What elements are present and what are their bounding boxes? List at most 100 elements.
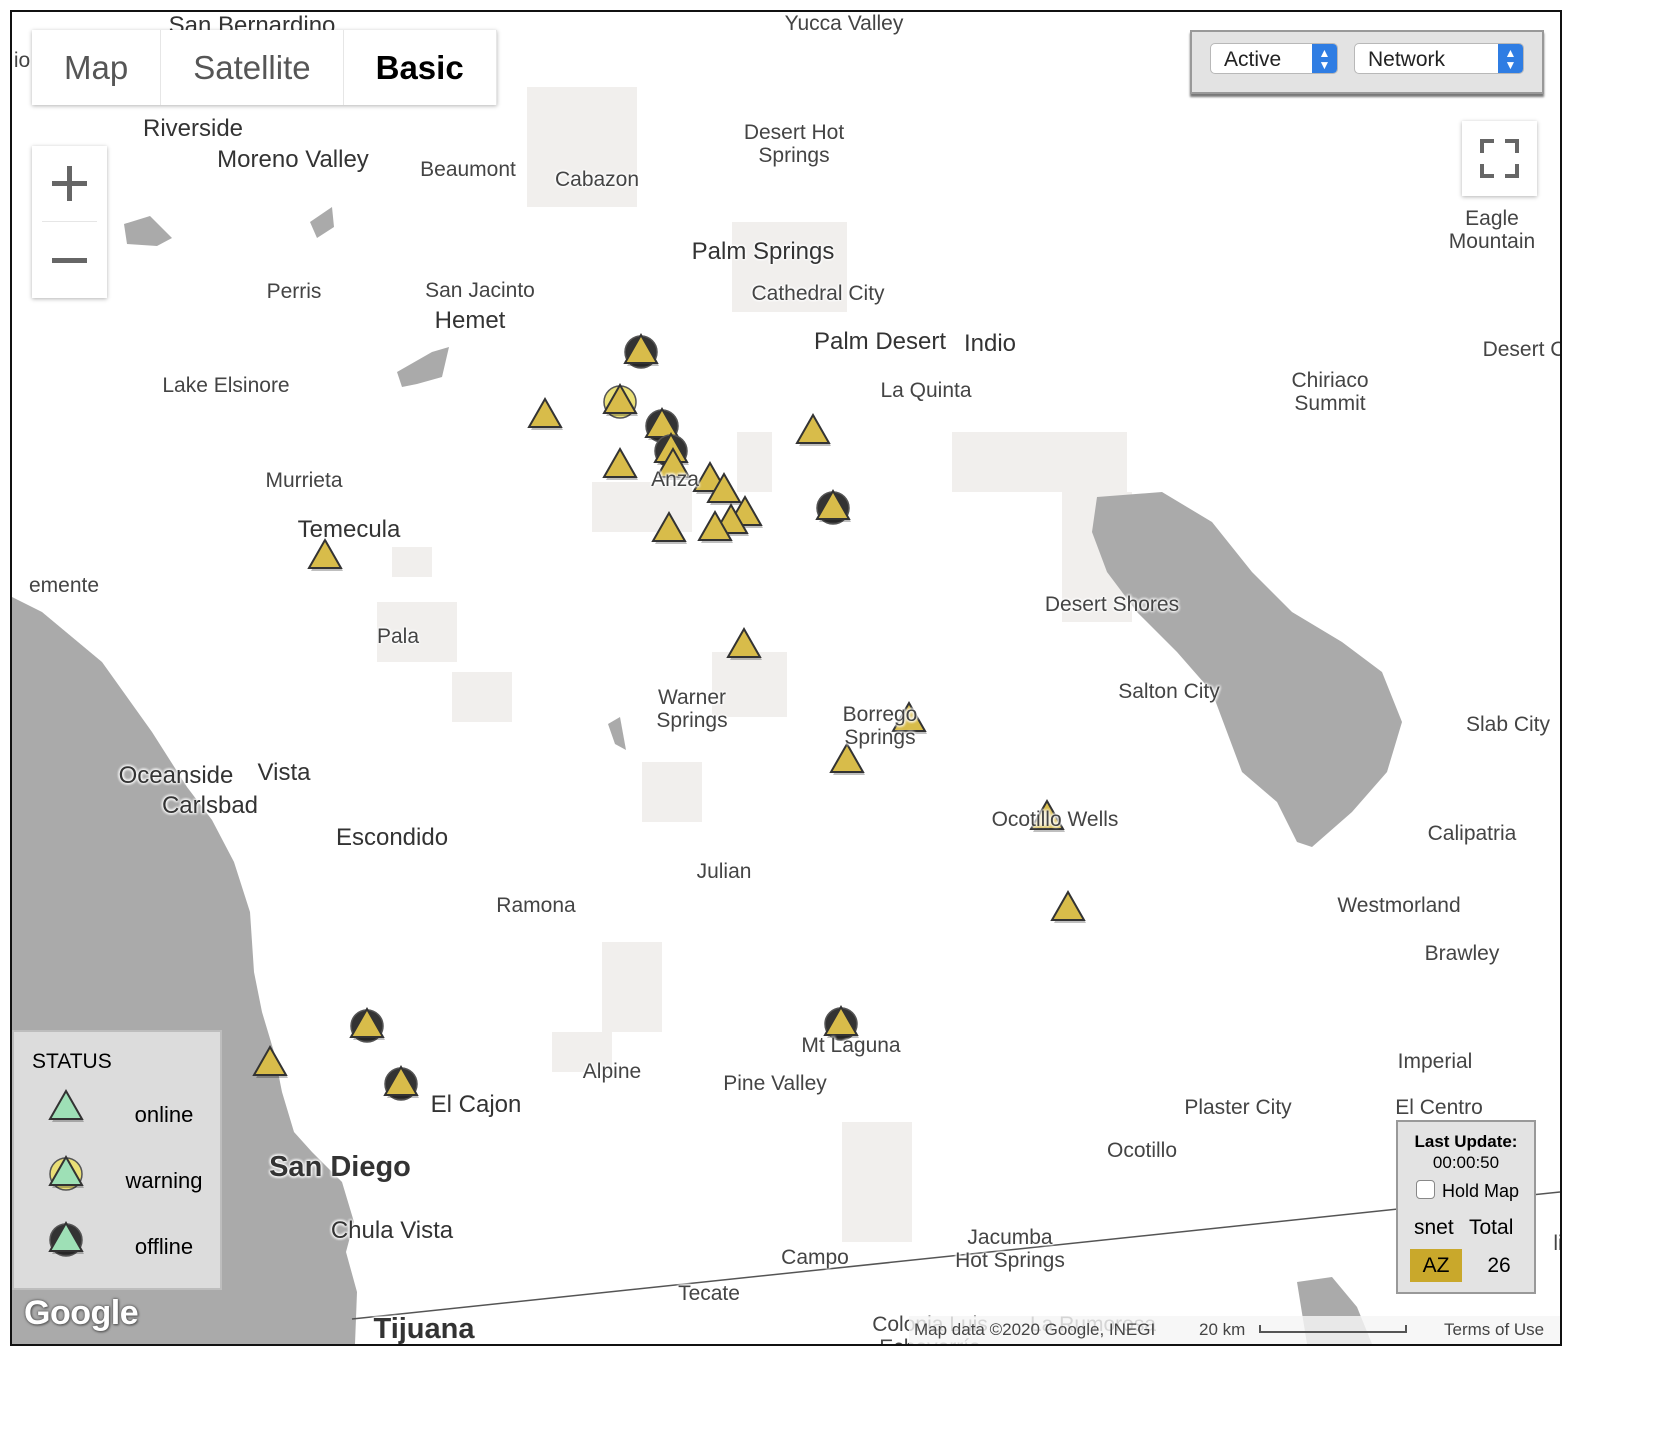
map-type-map-button[interactable]: Map <box>32 30 162 105</box>
place-label-julian: Julian <box>696 860 752 883</box>
zoom-out-button[interactable] <box>32 223 107 298</box>
hold-map-label: Hold Map <box>1442 1181 1520 1201</box>
place-label-san-diego: San Diego <box>269 1151 411 1183</box>
warning-station-marker[interactable] <box>602 382 638 419</box>
network-select[interactable]: Network ▲ ▼ <box>1354 43 1524 74</box>
place-label-yucca-valley: Yucca Valley <box>784 12 904 35</box>
legend-label-warning: warning <box>125 1168 203 1193</box>
place-label-escondido: Escondido <box>335 824 449 851</box>
place-label-vista: Vista <box>257 759 311 786</box>
network-select-value: Network <box>1368 48 1446 71</box>
place-label-oceanside: Oceanside <box>118 762 234 789</box>
offline-station-marker[interactable] <box>623 332 659 369</box>
place-label-eagle-mountain: Eagle Mountain <box>1448 207 1536 253</box>
place-label-lake-elsinore: Lake Elsinore <box>162 374 290 397</box>
status-select[interactable]: Active ▲ ▼ <box>1210 43 1338 74</box>
place-label-salton-city: Salton City <box>1118 680 1220 703</box>
map-frame[interactable]: San Bernardino Yucca Valley io Riverside Mor… <box>10 10 1562 1346</box>
offline-station-marker[interactable] <box>383 1064 419 1101</box>
map-type-satellite-button[interactable]: Satellite <box>161 30 344 105</box>
place-label-imperial: Imperial <box>1397 1050 1473 1073</box>
park-area <box>392 547 432 577</box>
select-arrows-icon: ▲ ▼ <box>1312 44 1337 73</box>
map-type-basic-button[interactable]: Basic <box>343 30 497 105</box>
place-label-chula-vista: Chula Vista <box>330 1217 454 1244</box>
place-label-cathedral-city: Cathedral City <box>751 282 885 305</box>
place-label-clemente: emente <box>28 574 100 597</box>
offline-station-marker[interactable] <box>48 1220 84 1257</box>
place-label-slab-city: Slab City <box>1465 713 1551 736</box>
fullscreen-icon <box>1480 139 1519 178</box>
online-station-marker[interactable] <box>48 1088 84 1122</box>
total-column-header: Total <box>1469 1216 1514 1239</box>
hold-map-checkbox[interactable] <box>1416 1180 1435 1199</box>
warning-triangle-icon <box>48 1154 84 1191</box>
online-triangle-icon <box>48 1088 84 1122</box>
network-code-badge[interactable]: AZ <box>1410 1249 1462 1282</box>
park-area <box>842 1122 912 1242</box>
place-label-la-quinta: La Quinta <box>880 379 972 402</box>
place-label-campo: Campo <box>781 1246 849 1269</box>
minus-icon <box>52 258 87 263</box>
park-area <box>952 432 1127 492</box>
legend-label-offline: offline <box>134 1234 194 1259</box>
plus-icon <box>52 166 87 201</box>
place-label-el-cajon: El Cajon <box>430 1091 522 1118</box>
network-column-header: snet <box>1414 1216 1454 1239</box>
place-label-ocotillo: Ocotillo <box>1106 1139 1178 1162</box>
place-label-ramona: Ramona <box>496 894 576 917</box>
network-total-count: 26 <box>1487 1254 1511 1277</box>
status-select-value: Active <box>1224 48 1282 71</box>
online-station-marker[interactable] <box>602 446 638 480</box>
park-area <box>602 942 662 1032</box>
online-station-marker[interactable] <box>307 537 343 571</box>
zoom-in-button[interactable] <box>32 146 107 221</box>
lake <box>397 347 449 387</box>
warning-station-marker[interactable] <box>48 1154 84 1191</box>
zoom-divider <box>42 221 97 222</box>
offline-station-marker[interactable] <box>349 1006 385 1043</box>
place-label-moreno-valley: Moreno Valley <box>217 146 369 173</box>
online-station-marker[interactable] <box>795 412 831 446</box>
place-label-hemet: Hemet <box>434 307 506 334</box>
place-label-san-jacinto: San Jacinto <box>425 279 535 302</box>
place-label-desert-hot-springs: Desert Hot Springs <box>743 121 845 167</box>
place-label-indio: Indio <box>963 330 1017 357</box>
place-label-temecula: Temecula <box>297 516 401 543</box>
map-attribution: Map data ©2020 Google, INEGI 20 km Terms… <box>909 1316 1560 1344</box>
map-type-control: Map Satellite Basic <box>32 30 497 105</box>
online-station-marker[interactable] <box>527 396 563 430</box>
place-label-borrego-springs: Borrego Springs <box>842 703 918 749</box>
place-label-carlsbad: Carlsbad <box>161 792 259 819</box>
lake <box>124 216 172 246</box>
lake <box>310 207 334 238</box>
park-area <box>737 432 772 492</box>
terms-of-use-link[interactable]: Terms of Use <box>1444 1316 1544 1344</box>
fullscreen-button[interactable] <box>1462 121 1537 196</box>
place-label-cabazon: Cabazon <box>554 168 640 191</box>
online-station-marker[interactable] <box>1050 889 1086 923</box>
offline-station-marker[interactable] <box>815 488 851 525</box>
place-label-tijuana: Tijuana <box>373 1313 475 1345</box>
place-label-desert-shores: Desert Shores <box>1044 593 1180 616</box>
legend-label-online: online <box>134 1102 194 1127</box>
filter-panel: Active ▲ ▼ Network ▲ ▼ <box>1190 30 1544 94</box>
map-data-credit: Map data ©2020 Google, INEGI <box>914 1320 1156 1339</box>
place-label-mexicali: li <box>1553 1232 1562 1255</box>
map-canvas[interactable] <box>12 12 1560 1344</box>
place-label-brawley: Brawley <box>1424 942 1500 965</box>
place-label-jacumba-hot-springs: Jacumba Hot Springs <box>955 1226 1065 1272</box>
salton-sea <box>1092 492 1402 847</box>
offline-triangle-icon <box>48 1220 84 1257</box>
place-label-desert-center: Desert C <box>1482 338 1562 361</box>
place-label-westmorland: Westmorland <box>1337 894 1461 917</box>
place-label-plaster-city: Plaster City <box>1184 1096 1292 1119</box>
last-update-time: 00:00:50 <box>1432 1153 1500 1172</box>
place-label-io: io <box>13 49 31 72</box>
place-label-pala: Pala <box>376 625 420 648</box>
place-label-perris: Perris <box>266 280 322 303</box>
online-station-marker[interactable] <box>726 626 762 660</box>
place-label-murrieta: Murrieta <box>265 469 343 492</box>
place-label-mt-laguna: Mt Laguna <box>801 1034 901 1057</box>
legend-title: STATUS <box>32 1050 112 1073</box>
